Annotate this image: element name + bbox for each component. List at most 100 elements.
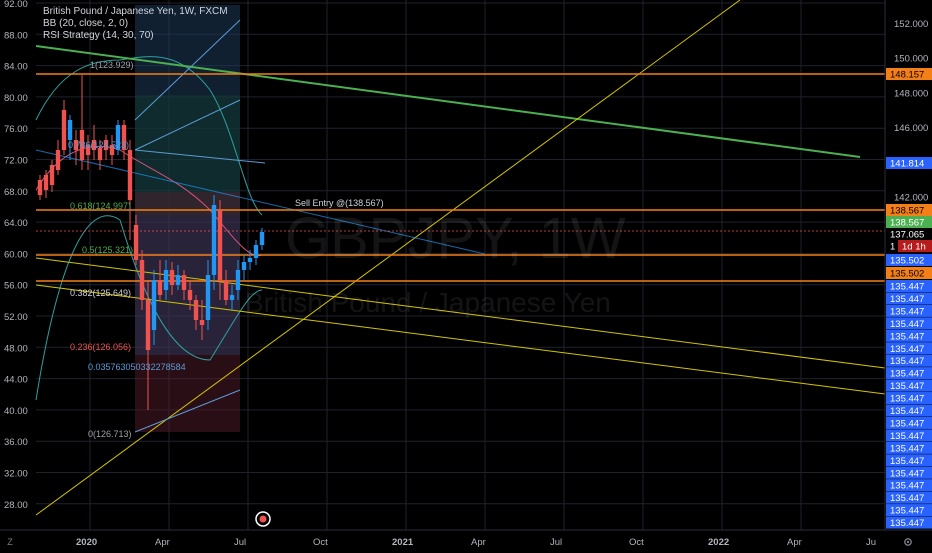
price-tag[interactable]: 141.814: [890, 159, 924, 170]
fib-label-1: 1(123.929): [90, 60, 134, 70]
price-chart[interactable]: GBPJPY, 1W British Pound / Japanese Yen …: [0, 0, 932, 550]
price-tag[interactable]: 138.567: [890, 218, 924, 229]
candle-bull[interactable]: [241, 262, 247, 270]
price-tag-repeated[interactable]: 135.447: [890, 493, 924, 504]
legend-bb[interactable]: BB (20, close, 2, 0): [43, 18, 228, 30]
candle-bear[interactable]: [169, 270, 175, 285]
time-tick: 2022: [708, 537, 729, 548]
chart-legend: British Pound / Japanese Yen, 1W, FXCM B…: [43, 6, 228, 42]
left-tick: 52.00: [4, 312, 28, 323]
zoom-reset-button[interactable]: Z: [2, 534, 18, 550]
time-tick: Apr: [155, 537, 170, 548]
candle-bear[interactable]: [61, 110, 67, 150]
left-tick: 80.00: [4, 93, 28, 104]
time-tick: 2021: [392, 537, 414, 548]
candle-bear[interactable]: [49, 165, 55, 185]
price-tag[interactable]: 148.157: [890, 70, 924, 81]
settings-button[interactable]: [900, 534, 916, 550]
candle-bear[interactable]: [217, 210, 223, 280]
candle-bear[interactable]: [37, 180, 43, 195]
price-tag-repeated[interactable]: 135.447: [890, 306, 924, 317]
price-tag[interactable]: 135.502: [890, 269, 924, 280]
price-tag-repeated[interactable]: 135.447: [890, 481, 924, 492]
price-tag-repeated[interactable]: 135.447: [890, 344, 924, 355]
price-tag-repeated[interactable]: 135.447: [890, 506, 924, 517]
price-tag-repeated[interactable]: 135.447: [890, 282, 924, 293]
price-tag[interactable]: 1: [890, 242, 895, 253]
time-tick: Oct: [629, 537, 644, 548]
price-tag[interactable]: 1d 1h: [902, 242, 926, 253]
candle-bear[interactable]: [133, 225, 139, 260]
price-tag-repeated[interactable]: 135.447: [890, 394, 924, 405]
price-tag[interactable]: 137.065: [890, 230, 924, 241]
price-tag-repeated[interactable]: 135.447: [890, 406, 924, 417]
left-tick: 88.00: [4, 30, 28, 41]
price-tag-repeated[interactable]: 135.447: [890, 418, 924, 429]
left-tick: 28.00: [4, 500, 28, 511]
left-tick: 84.00: [4, 62, 28, 73]
record-icon[interactable]: [255, 511, 271, 527]
candle-bear[interactable]: [127, 150, 133, 200]
right-tick: 152.000: [894, 19, 928, 30]
candle-bear[interactable]: [193, 300, 199, 320]
watermark-symbol: GBPJPY, 1W: [285, 206, 626, 271]
fib-label-0618: 0.618(124.997): [70, 201, 131, 211]
candle-bear[interactable]: [181, 275, 187, 290]
candle-bull[interactable]: [211, 205, 217, 275]
left-tick: 44.00: [4, 375, 28, 386]
price-tag-repeated[interactable]: 135.447: [890, 468, 924, 479]
candle-bear[interactable]: [199, 320, 205, 325]
fib-label-0786: 0.786(124.523): [68, 140, 129, 150]
price-tag-repeated[interactable]: 135.447: [890, 456, 924, 467]
price-tag[interactable]: 135.502: [890, 256, 924, 267]
candle-bull[interactable]: [253, 245, 259, 258]
candle-bull[interactable]: [229, 295, 235, 300]
price-tag-repeated[interactable]: 135.447: [890, 443, 924, 454]
candle-bear[interactable]: [139, 260, 145, 300]
price-tag-repeated[interactable]: 135.447: [890, 319, 924, 330]
left-tick: 56.00: [4, 281, 28, 292]
candle-bear[interactable]: [223, 280, 229, 300]
left-tick: 72.00: [4, 156, 28, 167]
price-tag-repeated[interactable]: 135.447: [890, 518, 924, 529]
candle-bull[interactable]: [151, 280, 157, 330]
left-tick: 92.00: [4, 0, 28, 10]
right-tick: 142.000: [894, 193, 928, 204]
candle-bull[interactable]: [247, 258, 253, 262]
legend-symbol[interactable]: British Pound / Japanese Yen, 1W, FXCM: [43, 6, 228, 18]
time-tick: Apr: [787, 537, 802, 548]
candle-bear[interactable]: [157, 280, 163, 295]
right-tick: 150.000: [894, 54, 928, 65]
time-tick: Jul: [550, 537, 562, 548]
candle-bear[interactable]: [145, 300, 151, 350]
price-tag-repeated[interactable]: 135.447: [890, 381, 924, 392]
price-tag[interactable]: 138.567: [890, 206, 924, 217]
price-tag-repeated[interactable]: 135.447: [890, 331, 924, 342]
price-tag-repeated[interactable]: 135.447: [890, 294, 924, 305]
price-tag-repeated[interactable]: 135.447: [890, 356, 924, 367]
price-tag-repeated[interactable]: 135.447: [890, 369, 924, 380]
time-tick: Apr: [471, 537, 486, 548]
candle-bear[interactable]: [43, 175, 49, 190]
fib-label-0382: 0.382(125.649): [70, 288, 131, 298]
left-tick: 60.00: [4, 249, 28, 260]
left-price-axis[interactable]: 92.00 88.00 84.00 80.00 76.00 72.00 68.00 64.00…: [4, 0, 28, 511]
left-tick: 40.00: [4, 406, 28, 417]
candle-bull[interactable]: [205, 275, 211, 320]
candle-bear[interactable]: [55, 150, 61, 170]
gear-icon: [904, 538, 912, 546]
legend-rsi[interactable]: RSI Strategy (14, 30, 70): [43, 30, 228, 42]
price-tag-repeated[interactable]: 135.447: [890, 431, 924, 442]
candle-bull[interactable]: [175, 275, 181, 285]
fib-label-0035: 0.0357630503322785​84: [88, 362, 186, 372]
fib-label-0: 0(126.713): [88, 429, 132, 439]
time-tick: Jul: [234, 537, 246, 548]
candle-bull[interactable]: [67, 120, 73, 140]
candle-bull[interactable]: [235, 270, 241, 290]
watermark-name: British Pound / Japanese Yen: [245, 287, 611, 318]
candle-bull[interactable]: [163, 270, 169, 290]
time-axis[interactable]: 2020 Apr Jul Oct 2021 Apr Jul Oct 2022 Apr Ju: [76, 537, 876, 548]
candle-bull[interactable]: [259, 232, 265, 245]
fib-label-05: 0.5(125.321): [82, 245, 133, 255]
candle-bear[interactable]: [187, 290, 193, 300]
